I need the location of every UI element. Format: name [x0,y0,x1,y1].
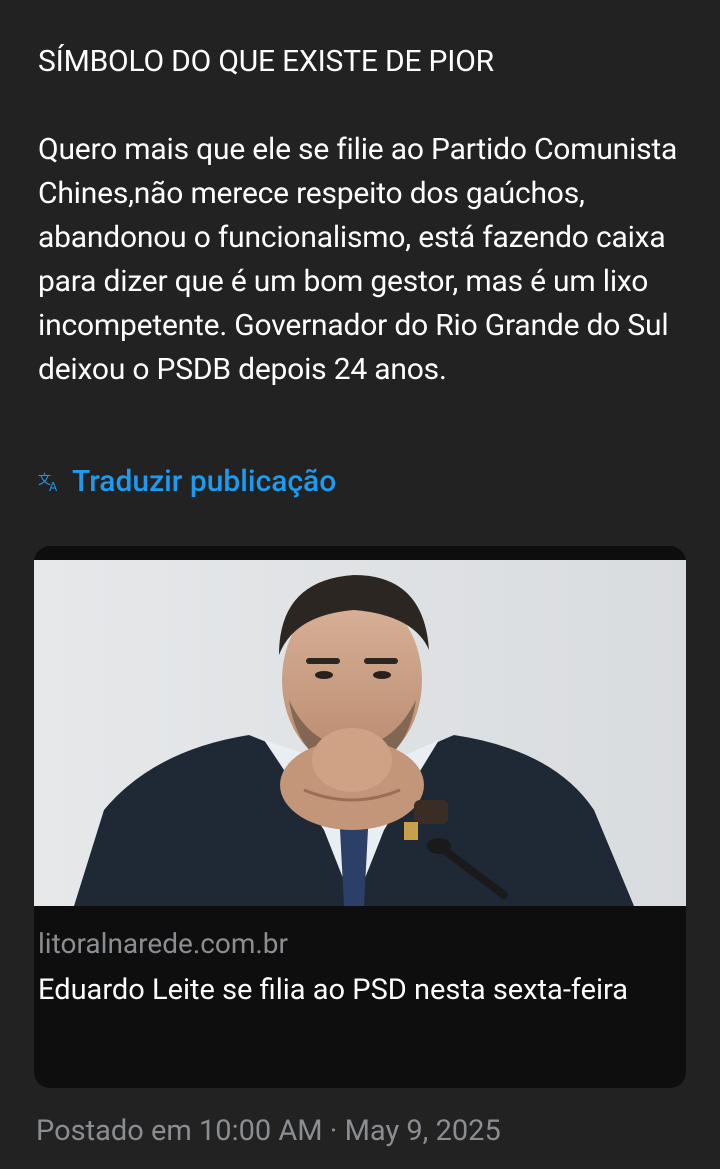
post-body-text: Quero mais que ele se filie ao Partido C… [38,132,678,387]
link-preview-title: Eduardo Leite se filia ao PSD nesta sext… [38,973,629,1007]
link-preview-card[interactable]: litoralnarede.com.br Eduardo Leite se fi… [34,546,686,1088]
link-preview-image [34,560,686,906]
post-headline: SÍMBOLO DO QUE EXISTE DE PIOR [38,44,494,79]
translate-icon: 文 A [38,470,62,494]
translate-post-label: Traduzir publicação [72,464,337,499]
translate-post-link[interactable]: 文 A Traduzir publicação [38,462,336,502]
svg-text:A: A [49,480,58,494]
post-timestamp: Postado em 10:00 AM · May 9, 2025 [36,1114,501,1148]
link-preview-domain: litoralnarede.com.br [38,927,289,960]
